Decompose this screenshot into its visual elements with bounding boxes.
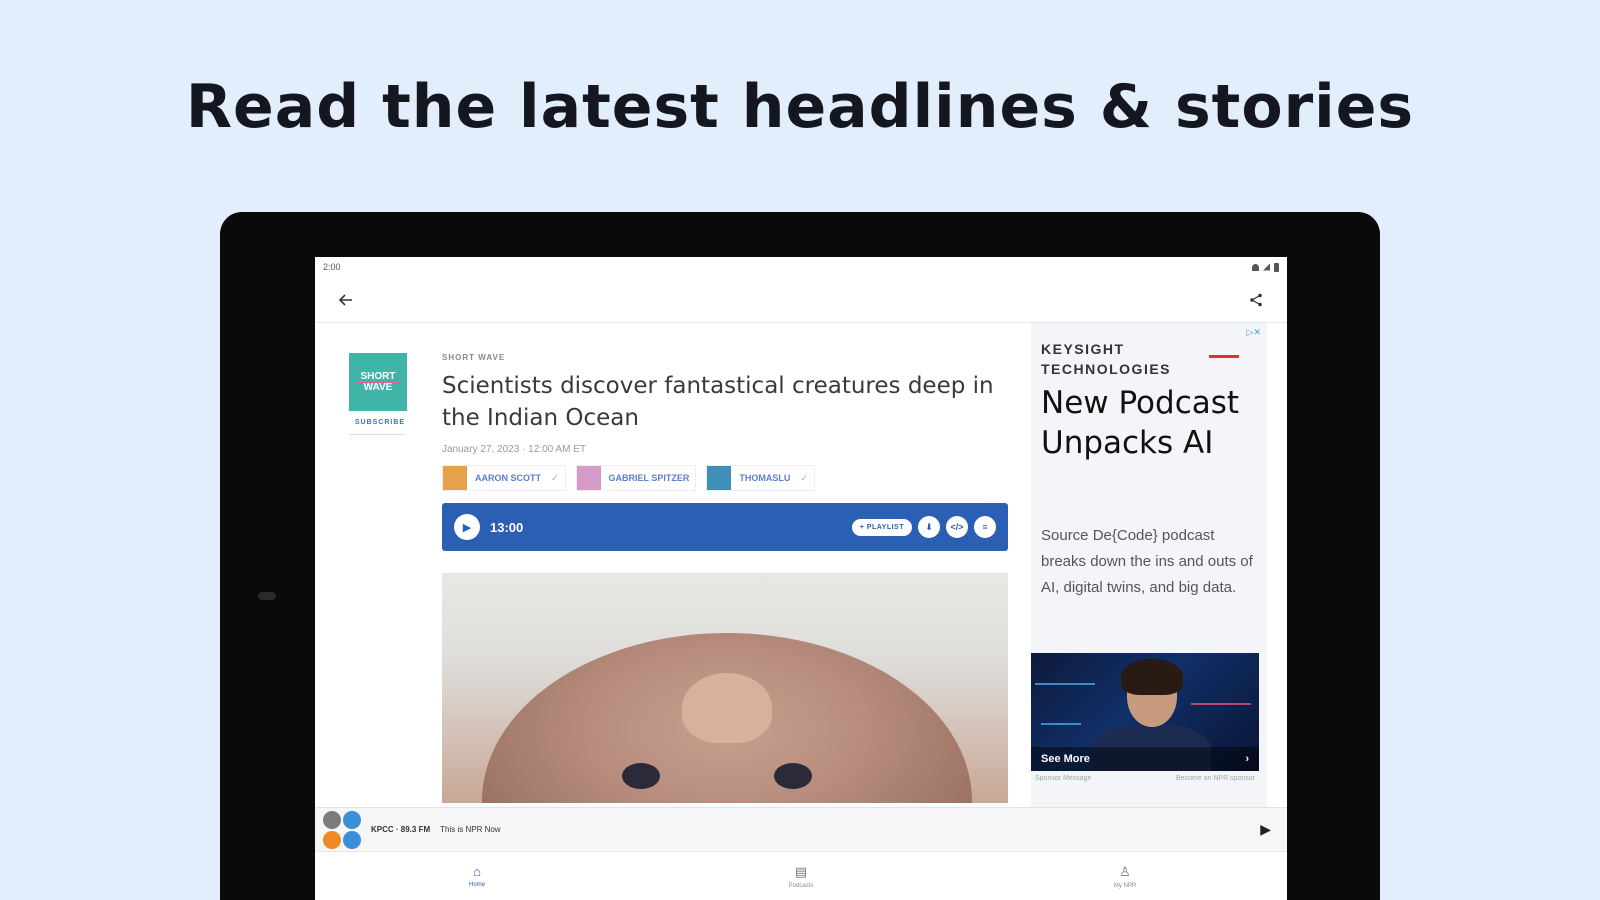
status-bar: 2:00 — [315, 257, 1287, 277]
creature-photo — [482, 633, 972, 803]
ad-person-hair — [1121, 659, 1183, 695]
embed-button[interactable]: </> — [946, 516, 968, 538]
home-icon: ⌂ — [473, 864, 481, 879]
ad-body: Source De{Code} podcast breaks down the … — [1041, 527, 1253, 596]
logo-dot — [343, 830, 361, 849]
show-sidebar: SHORT WAVE SUBSCRIBE — [349, 353, 411, 435]
station-name: KPCC · 89.3 FM — [371, 825, 431, 834]
avatar — [707, 466, 732, 490]
signal-icon — [1263, 263, 1270, 271]
mini-play-button[interactable]: ▶ — [1260, 821, 1271, 838]
battery-icon — [1274, 262, 1279, 272]
nav-home[interactable]: ⌂ Home — [437, 864, 517, 888]
author-chip[interactable]: AARON SCOTT ✓ — [442, 465, 566, 491]
download-icon: ⬇ — [925, 521, 933, 532]
back-button[interactable] — [335, 289, 357, 311]
article: SHORT WAVE Scientists discover fantastic… — [442, 353, 1008, 803]
ad-footer: Sponsor Message Become an NPR sponsor — [1035, 775, 1255, 782]
see-more-label: See More — [1041, 753, 1090, 765]
nav-my-npr[interactable]: ♙ My NPR — [1085, 864, 1165, 889]
divider — [349, 434, 405, 435]
article-content: SHORT WAVE SUBSCRIBE SHORT WAVE Scientis… — [315, 323, 1287, 807]
article-hero-image[interactable] — [442, 573, 1008, 803]
author-chip[interactable]: GABRIEL SPITZER — [575, 465, 697, 491]
nav-podcasts[interactable]: ▤ Podcasts — [761, 864, 841, 889]
more-icon: ≡ — [982, 522, 988, 532]
arrow-left-icon — [339, 293, 352, 306]
author-chip[interactable]: THOMASLU ✓ — [706, 465, 815, 491]
creature-fin — [682, 673, 772, 743]
audio-player: ▶ 13:00 + PLAYLIST ⬇ </> ≡ — [442, 503, 1008, 551]
download-button[interactable]: ⬇ — [918, 516, 940, 538]
ad-brand-line: TECHNOLOGIES — [1041, 361, 1172, 377]
share-button[interactable] — [1245, 289, 1267, 311]
ad-heading: New Podcast Unpacks AI — [1041, 385, 1240, 461]
adchoices-icon[interactable]: ▷✕ — [1247, 327, 1261, 338]
become-sponsor-link[interactable]: Become an NPR sponsor — [1176, 775, 1255, 782]
light-streak — [1041, 723, 1081, 725]
creature-eye — [774, 763, 812, 789]
nav-label: Home — [468, 882, 485, 888]
bottom-navigation: ⌂ Home ▤ Podcasts ♙ My NPR — [315, 851, 1287, 900]
play-button[interactable]: ▶ — [454, 514, 480, 540]
sponsor-message-label: Sponsor Message — [1035, 775, 1092, 782]
station-logo — [323, 810, 361, 849]
chevron-right-icon: › — [1245, 753, 1249, 765]
app-screen: 2:00 SHORT WAVE SUBSCRIBE SHORT WAVE Sci… — [315, 257, 1287, 900]
play-icon: ▶ — [462, 521, 472, 534]
logo-wave-icon — [353, 381, 403, 387]
article-dateline: January 27, 2023 · 12:00 AM ET — [442, 444, 586, 455]
now-playing-title: This is NPR Now — [440, 825, 501, 834]
author-list: AARON SCOTT ✓ GABRIEL SPITZER THOMASLU ✓ — [442, 465, 1008, 491]
player-actions: + PLAYLIST ⬇ </> ≡ — [851, 516, 996, 538]
mini-player[interactable]: KPCC · 89.3 FM This is NPR Now ▶ — [315, 807, 1287, 851]
logo-dot — [323, 810, 341, 829]
article-title: Scientists discover fantastical creature… — [442, 373, 994, 431]
ad-brand: KEYSIGHT TECHNOLOGIES — [1041, 339, 1171, 379]
brand-logo-mark — [1209, 355, 1239, 358]
subscribe-button[interactable]: SUBSCRIBE — [349, 419, 411, 426]
chevron-down-icon: ✓ — [551, 472, 559, 483]
logo-dot — [343, 810, 361, 829]
code-icon: </> — [950, 522, 964, 532]
avatar — [576, 466, 601, 490]
top-app-bar — [315, 277, 1287, 323]
show-logo[interactable]: SHORT WAVE — [349, 353, 407, 411]
add-to-playlist-button[interactable]: + PLAYLIST — [851, 518, 912, 536]
light-streak — [1191, 703, 1251, 705]
sponsor-ad[interactable]: ▷✕ KEYSIGHT TECHNOLOGIES New Podcast Unp… — [1031, 323, 1267, 807]
share-icon — [1250, 293, 1262, 306]
nav-label: Podcasts — [788, 882, 814, 889]
author-name: AARON SCOTT — [475, 473, 541, 483]
wifi-icon — [1252, 263, 1259, 271]
person-icon: ♙ — [1119, 863, 1131, 879]
article-kicker[interactable]: SHORT WAVE — [442, 353, 1008, 362]
audio-duration: 13:00 — [490, 519, 524, 535]
ad-image[interactable]: See More › — [1031, 653, 1259, 771]
play-icon: ▶ — [1260, 821, 1271, 837]
chevron-down-icon: ✓ — [800, 472, 808, 483]
status-time: 2:00 — [323, 262, 341, 272]
nav-label: My NPR — [1113, 882, 1137, 889]
see-more-button[interactable]: See More › — [1031, 747, 1259, 771]
ad-brand-line: KEYSIGHT — [1041, 341, 1125, 357]
more-button[interactable]: ≡ — [974, 516, 996, 538]
avatar — [443, 466, 467, 490]
creature-eye — [622, 763, 660, 789]
light-streak — [1035, 683, 1095, 685]
author-name: THOMASLU — [739, 473, 791, 483]
podcasts-icon: ▤ — [794, 863, 808, 879]
tablet-camera — [258, 592, 276, 600]
status-icons — [1252, 262, 1279, 272]
author-name: GABRIEL SPITZER — [608, 473, 690, 483]
tablet-frame: 2:00 SHORT WAVE SUBSCRIBE SHORT WAVE Sci… — [220, 212, 1380, 900]
promo-headline: Read the latest headlines & stories — [185, 72, 1415, 142]
logo-dot — [323, 830, 341, 849]
